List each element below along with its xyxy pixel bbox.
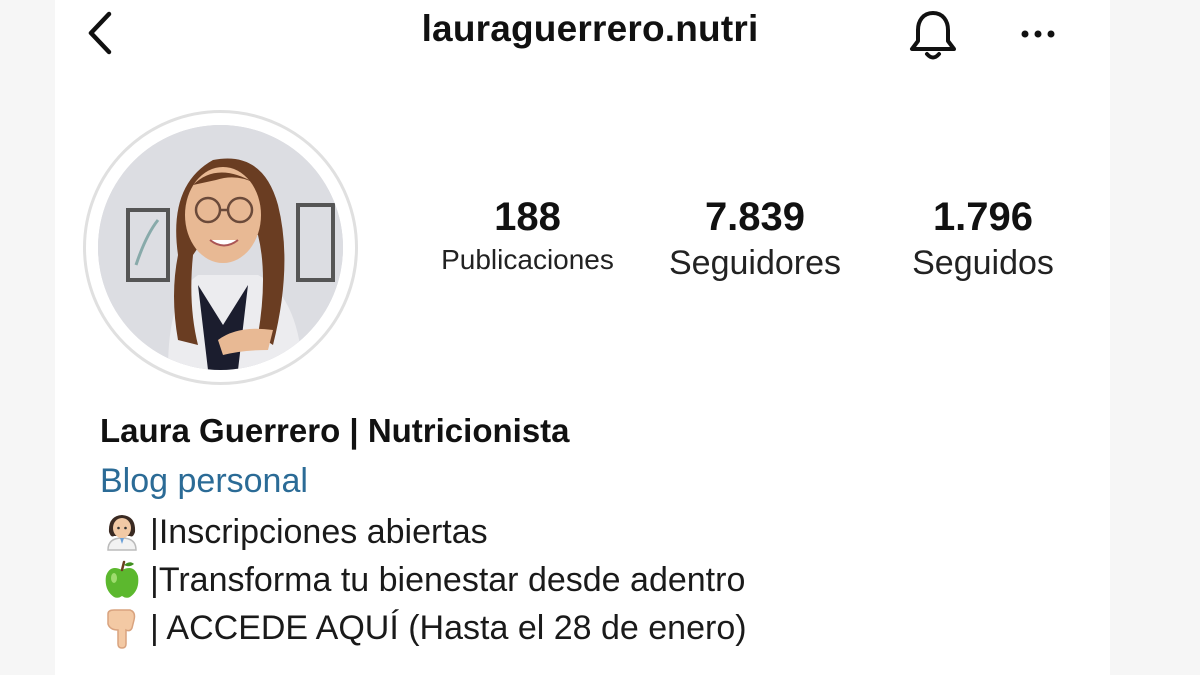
profile-full-name: Laura Guerrero | Nutricionista — [100, 412, 570, 449]
following-count: 1.796 — [932, 195, 1034, 239]
right-margin — [1110, 0, 1200, 675]
profile-header: lauraguerrero.nutri — [55, 0, 1110, 70]
bio-line-text: |Inscripciones abiertas — [150, 513, 488, 551]
notifications-button[interactable] — [903, 5, 963, 65]
bio-line-text: |Transforma tu bienestar desde adentro — [150, 561, 746, 599]
profile-avatar-ring[interactable] — [83, 110, 358, 385]
followers-label: Seguidores — [668, 244, 841, 282]
followers-stat[interactable]: 7.839 Seguidores — [645, 195, 865, 283]
profile-screen: lauraguerrero.nutri 188 Publicaciones 7.… — [55, 0, 1110, 675]
profile-category-link[interactable]: Blog personal — [100, 454, 1000, 508]
profile-avatar[interactable] — [98, 125, 343, 370]
followers-count: 7.839 — [704, 195, 806, 239]
following-stat[interactable]: 1.796 Seguidos — [888, 195, 1078, 283]
more-horizontal-icon — [1021, 30, 1055, 38]
profile-username: lauraguerrero.nutri — [421, 8, 759, 49]
bio-line-text[interactable]: | ACCEDE AQUÍ (Hasta el 28 de enero) — [150, 604, 747, 652]
bio-line: |Inscripciones abiertas — [100, 508, 1000, 556]
bio-line[interactable]: | ACCEDE AQUÍ (Hasta el 28 de enero) — [100, 604, 1000, 652]
avatar-photo — [98, 125, 343, 370]
back-button[interactable] — [75, 8, 125, 58]
chevron-left-icon — [88, 11, 112, 55]
posts-stat[interactable]: 188 Publicaciones — [420, 195, 635, 276]
following-label: Seguidos — [912, 244, 1054, 282]
more-options-button[interactable] — [1013, 14, 1063, 54]
posts-count: 188 — [494, 195, 561, 239]
pointing-down-hand-emoji — [107, 609, 136, 649]
profile-bio: Laura Guerrero | Nutricionista Blog pers… — [100, 408, 1000, 666]
green-apple-emoji — [105, 560, 139, 598]
left-margin — [0, 0, 55, 675]
woman-health-worker-emoji — [107, 515, 137, 551]
bio-line: |Transforma tu bienestar desde adentro — [100, 556, 1000, 604]
bell-icon — [910, 11, 956, 60]
posts-label: Publicaciones — [441, 244, 614, 275]
bio-cutoff-line — [100, 652, 1000, 666]
